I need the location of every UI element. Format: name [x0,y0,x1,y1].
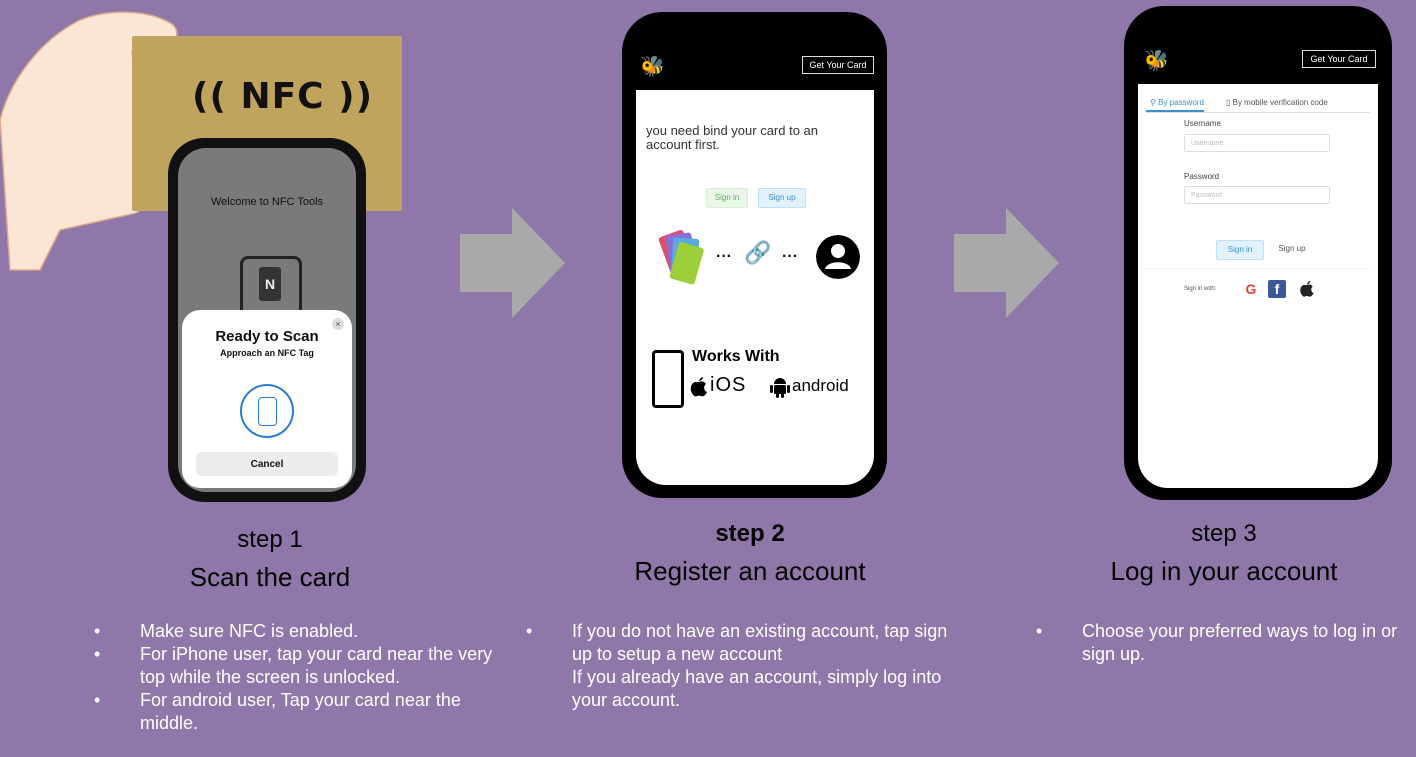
sign-up-button[interactable]: Sign up [758,188,806,208]
works-with-panel: Works With iOS android [652,348,872,410]
nfc-icon-letter: N [259,267,281,301]
google-icon[interactable]: G [1242,280,1260,298]
facebook-icon[interactable]: f [1268,280,1286,298]
step3-label: step 3 [1191,520,1257,547]
link-icon: 🔗 [744,240,772,265]
tab-by-password[interactable]: ⚲ By password [1150,98,1204,107]
sign-up-button[interactable]: Sign up [1272,240,1312,258]
step3-title: Log in your account [1110,556,1338,586]
step3-bullet-1: Choose your preferred ways to log in or … [1036,620,1408,666]
step2-title: Register an account [634,556,866,586]
nfc-logo: (( NFC )) [192,76,374,117]
nfc-icon: N [240,256,302,318]
phone-scan: Welcome to NFC Tools N × Ready to Scan A… [168,138,366,502]
apple-icon [690,377,707,397]
step1-bullets: Make sure NFC is enabled. For iPhone use… [94,620,514,735]
phone-scan-screen: Welcome to NFC Tools N × Ready to Scan A… [178,148,356,492]
step1-bullet-2: For iPhone user, tap your card near the … [94,643,514,689]
password-input[interactable]: Password [1184,186,1330,204]
apple-icon[interactable] [1298,280,1316,298]
android-label: android [792,376,849,395]
sign-in-with-label: Sign in with: [1184,286,1217,292]
ios-label: iOS [710,374,747,396]
scan-sheet: × Ready to Scan Approach an NFC Tag Canc… [182,310,352,488]
username-label: Username [1184,119,1221,128]
arrow-right-icon [460,208,565,318]
phone-register: 🐝 Get Your Card you need bind your card … [622,12,887,498]
step2-bullet-1: If you do not have an existing account, … [526,620,966,666]
step3-bullets: Choose your preferred ways to log in or … [1036,620,1408,666]
password-label: Password [1184,172,1220,181]
get-your-card-button[interactable]: Get Your Card [1302,50,1376,68]
tab-by-password-label: By password [1158,98,1204,107]
works-with-label: Works With [692,348,780,365]
tab-by-mobile-label: By mobile verification code [1232,98,1328,107]
cancel-button[interactable]: Cancel [196,452,338,476]
android-icon [770,378,790,398]
step1-bullet-1: Make sure NFC is enabled. [94,620,514,643]
cards-icon [658,229,704,285]
smartphone-icon [652,350,684,408]
scan-sheet-title: Ready to Scan [215,328,319,345]
scan-phone-icon [240,384,294,438]
bee-logo-icon: 🐝 [640,56,665,78]
dots-right: ··· [782,248,798,265]
phone-login: 🐝 Get Your Card ⚲ By password ▯ By mobil… [1124,6,1392,500]
mobile-icon: ▯ [1226,98,1233,107]
tab-by-mobile[interactable]: ▯ By mobile verification code [1226,98,1328,107]
step2-label: step 2 [715,520,785,547]
phone-register-screen: you need bind your card to an account fi… [636,90,874,485]
sign-in-button[interactable]: Sign in [706,188,748,208]
lock-icon: ⚲ [1150,98,1159,107]
divider [1146,268,1370,269]
login-tabs: ⚲ By password ▯ By mobile verification c… [1146,94,1370,113]
get-your-card-button[interactable]: Get Your Card [802,56,874,74]
step1-bullet-3: For android user, Tap your card near the… [94,689,514,735]
bee-logo-icon: 🐝 [1144,50,1169,72]
step1-title: Scan the card [189,562,351,592]
arrow-right-icon [954,208,1059,318]
username-input[interactable]: Username [1184,134,1330,152]
active-tab-indicator [1146,110,1204,112]
sign-in-button[interactable]: Sign in [1216,240,1264,260]
step2-bullets: If you do not have an existing account, … [526,620,966,712]
step1-label: step 1 [237,526,303,553]
welcome-text: Welcome to NFC Tools [210,196,324,208]
scan-sheet-subtitle: Approach an NFC Tag [220,348,314,358]
phone-login-screen: ⚲ By password ▯ By mobile verification c… [1138,84,1378,488]
bind-card-message: you need bind your card to an account fi… [646,123,819,152]
step2-bullet-1-cont: If you already have an account, simply l… [572,667,942,710]
user-icon [816,235,860,279]
dots-left: ··· [716,248,732,265]
